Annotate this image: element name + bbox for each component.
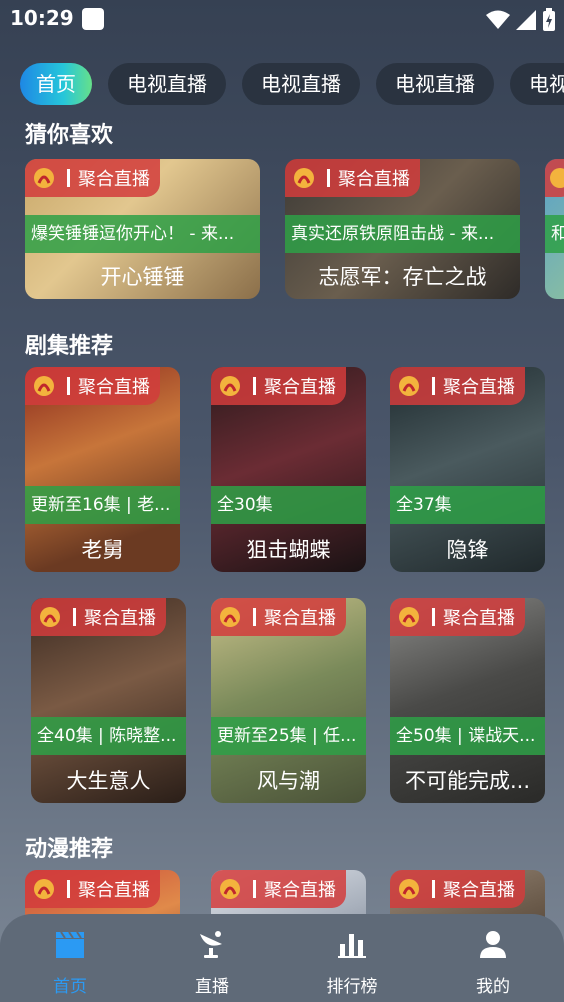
tag-label: 聚合直播 (78, 880, 150, 901)
tab-tv-live-2[interactable]: 电视直播 (242, 63, 360, 105)
card-info: 更新至16集 | 老... (25, 486, 180, 524)
tag-label: 聚合直播 (264, 377, 336, 398)
live-tag: 聚合直播 (211, 870, 346, 908)
nav-label: 首页 (53, 977, 87, 997)
live-tag: 聚合直播 (211, 367, 346, 405)
card-info: 真实还原铁原阻击战 - 来... (285, 215, 520, 253)
tab-tv-live-3[interactable]: 电视直播 (376, 63, 494, 105)
battery-icon (543, 8, 555, 31)
tag-label: 聚合直播 (84, 608, 156, 629)
tag-label: 聚合直播 (443, 377, 515, 398)
live-tag: 聚合直播 (25, 367, 160, 405)
tag-label: 聚合直播 (78, 377, 150, 398)
live-tag: 聚合直播 (25, 159, 160, 197)
card-series-2[interactable]: 聚合直播 全30集 狙击蝴蝶 (211, 367, 366, 572)
nav-live[interactable]: 直播 (162, 914, 262, 1002)
section-title-anime: 动漫推荐 (25, 837, 114, 862)
status-bar: 10:29 (0, 0, 564, 40)
dancer-icon (399, 607, 419, 627)
section-title-guess: 猜你喜欢 (25, 123, 114, 148)
card-guess-2[interactable]: 聚合直播 真实还原铁原阻击战 - 来... 志愿军：存亡之战 (285, 159, 520, 299)
card-info: 和 (545, 215, 564, 253)
card-info: 全50集 | 谍战天... (390, 717, 545, 755)
dancer-icon (220, 607, 240, 627)
dancer-icon (399, 879, 419, 899)
tag-label: 聚合直播 (264, 608, 336, 629)
bottom-nav: 首页 直播 排行榜 我的 (0, 914, 564, 1002)
card-title: 隐锋 (446, 538, 489, 562)
tag-label: 聚合直播 (443, 608, 515, 629)
dancer-icon (220, 376, 240, 396)
card-title: 狙击蝴蝶 (246, 538, 331, 562)
card-guess-3[interactable]: 和 (545, 159, 564, 299)
tag-label: 聚合直播 (78, 169, 150, 190)
live-tag: 聚合直播 (25, 870, 160, 908)
dancer-icon (399, 376, 419, 396)
card-title: 开心锤锤 (100, 265, 185, 289)
card-series-1[interactable]: 聚合直播 更新至16集 | 老... 老舅 (25, 367, 180, 572)
live-tag: 聚合直播 (390, 870, 525, 908)
card-title: 风与潮 (257, 769, 320, 793)
tag-label: 聚合直播 (443, 880, 515, 901)
dancer-icon (34, 376, 54, 396)
card-info: 更新至25集 | 任... (211, 717, 366, 755)
live-tag: 聚合直播 (390, 367, 525, 405)
category-tabs: 首页 电视直播 电视直播 电视直播 电视 (20, 63, 564, 105)
nav-label: 排行榜 (326, 977, 378, 997)
dancer-icon (550, 168, 564, 188)
satellite-dish-icon (200, 931, 222, 958)
dancer-icon (34, 168, 54, 188)
card-info: 全37集 (390, 486, 545, 524)
section-title-series: 剧集推荐 (25, 334, 114, 359)
status-icons (486, 8, 556, 32)
card-title: 志愿军：存亡之战 (318, 265, 487, 289)
dancer-icon (34, 879, 54, 899)
notification-icon (82, 8, 104, 30)
live-tag: 聚合直播 (390, 598, 525, 636)
tag-label: 聚合直播 (338, 169, 410, 190)
card-info: 全40集 | 陈晓整... (31, 717, 186, 755)
card-series-3[interactable]: 聚合直播 全37集 隐锋 (390, 367, 545, 572)
wifi-icon (486, 10, 510, 29)
dancer-icon (220, 879, 240, 899)
live-tag: 聚合直播 (211, 598, 346, 636)
card-title: 不可能完成... (404, 769, 531, 793)
nav-label: 我的 (476, 977, 510, 997)
nav-ranking[interactable]: 排行榜 (302, 914, 402, 1002)
live-tag (545, 159, 564, 197)
tag-label: 聚合直播 (264, 880, 336, 901)
card-title: 老舅 (81, 538, 124, 562)
card-series-5[interactable]: 聚合直播 更新至25集 | 任... 风与潮 (211, 598, 366, 803)
signal-icon (516, 10, 536, 30)
card-series-6[interactable]: 聚合直播 全50集 | 谍战天... 不可能完成... (390, 598, 545, 803)
tab-tv-live-4[interactable]: 电视 (510, 63, 564, 105)
tab-home[interactable]: 首页 (20, 63, 92, 105)
dancer-icon (294, 168, 314, 188)
user-icon (480, 931, 506, 958)
status-time: 10:29 (10, 6, 74, 30)
dancer-icon (40, 607, 60, 627)
card-guess-1[interactable]: 聚合直播 爆笑锤锤逗你开心！ - 来... 开心锤锤 (25, 159, 260, 299)
card-info: 全30集 (211, 486, 366, 524)
live-tag: 聚合直播 (285, 159, 420, 197)
bar-chart-icon (338, 934, 366, 958)
clapperboard-icon (56, 931, 84, 958)
nav-profile[interactable]: 我的 (443, 914, 543, 1002)
card-title: 大生意人 (66, 769, 151, 793)
nav-label: 直播 (195, 977, 229, 997)
nav-home[interactable]: 首页 (20, 914, 120, 1002)
card-series-4[interactable]: 聚合直播 全40集 | 陈晓整... 大生意人 (31, 598, 186, 803)
tab-tv-live-1[interactable]: 电视直播 (108, 63, 226, 105)
live-tag: 聚合直播 (31, 598, 166, 636)
card-info: 爆笑锤锤逗你开心！ - 来... (25, 215, 260, 253)
